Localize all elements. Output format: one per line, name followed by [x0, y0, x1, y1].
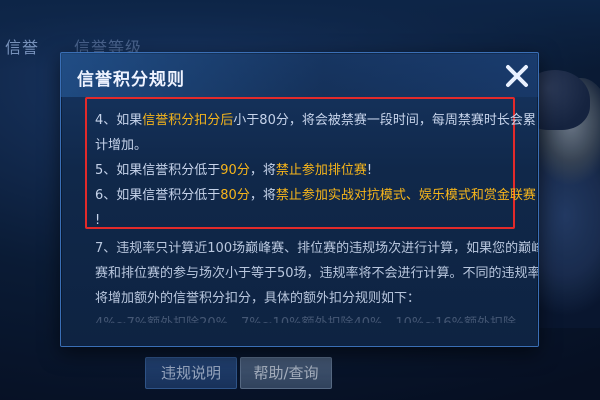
rule-4-text-2: 小于80分，将会被禁赛一段时间，每周禁赛时长会累: [233, 113, 536, 128]
rule-5-line: 5、如果信誉积分低于90分，将禁止参加排位赛!: [95, 158, 505, 183]
tab-credit[interactable]: 信誉: [5, 34, 39, 58]
rule-5-excl: !: [366, 163, 373, 178]
rule-6-text-2: ，将: [249, 188, 276, 203]
rule-7-line-4: 4%~7%额外扣除20%，7%~10%额外扣除40%，10%~16%额外扣除60…: [95, 311, 525, 323]
rule-6-text: 6、如果信誉积分低于: [95, 188, 221, 203]
rule-7: 7、违规率只计算近100场巅峰赛、排位赛的违规场次进行计算，如果您的巅峰 赛和排…: [95, 236, 539, 323]
rule-6-line-2: !: [95, 213, 101, 228]
close-button[interactable]: [500, 59, 534, 93]
rule-7-line-3: 将增加额外的信誉积分扣分，具体的额外扣分规则如下：: [95, 291, 421, 306]
rule-5-score: 90分: [220, 163, 250, 178]
rule-4-line-1: 4、如果信誉积分扣分后小于80分，将会被禁赛一段时间，每周禁赛时长会累: [95, 108, 536, 133]
rule-5-text: 5、如果信誉积分低于: [95, 163, 221, 178]
rule-5-text-2: ，将: [249, 163, 276, 178]
rule-7-line-1: 7、违规率只计算近100场巅峰赛、排位赛的违规场次进行计算，如果您的巅峰: [95, 241, 539, 256]
dialog-title: 信誉积分规则: [77, 70, 185, 90]
credit-rules-dialog: 信誉积分规则 4、如果信誉积分扣分后小于80分，将会被禁赛一段时间，每周禁赛时长…: [60, 52, 539, 347]
highlighted-rules: 4、如果信誉积分扣分后小于80分，将会被禁赛一段时间，每周禁赛时长会累 计增加。…: [95, 108, 536, 233]
rule-4-line-2: 计增加。: [95, 138, 148, 153]
rule-6-score: 80分: [220, 188, 250, 203]
help-query-button[interactable]: 帮助/查询: [240, 357, 332, 389]
rule-4-highlight: 信誉积分扣分后: [142, 113, 234, 128]
violation-explanation-button[interactable]: 违规说明: [145, 357, 237, 389]
rule-4-text: 4、如果: [95, 113, 143, 128]
rule-5-ban: 禁止参加排位赛: [275, 163, 367, 178]
close-icon: [506, 65, 528, 87]
rule-7-line-2: 赛和排位赛的参与场次小于等于50场，违规率将不会进行计算。不同的违规率: [95, 266, 539, 281]
rule-6-ban: 禁止参加实战对抗模式、娱乐模式和赏金联赛: [275, 188, 536, 203]
rule-6-line: 6、如果信誉积分低于80分，将禁止参加实战对抗模式、娱乐模式和赏金联赛: [95, 183, 536, 208]
